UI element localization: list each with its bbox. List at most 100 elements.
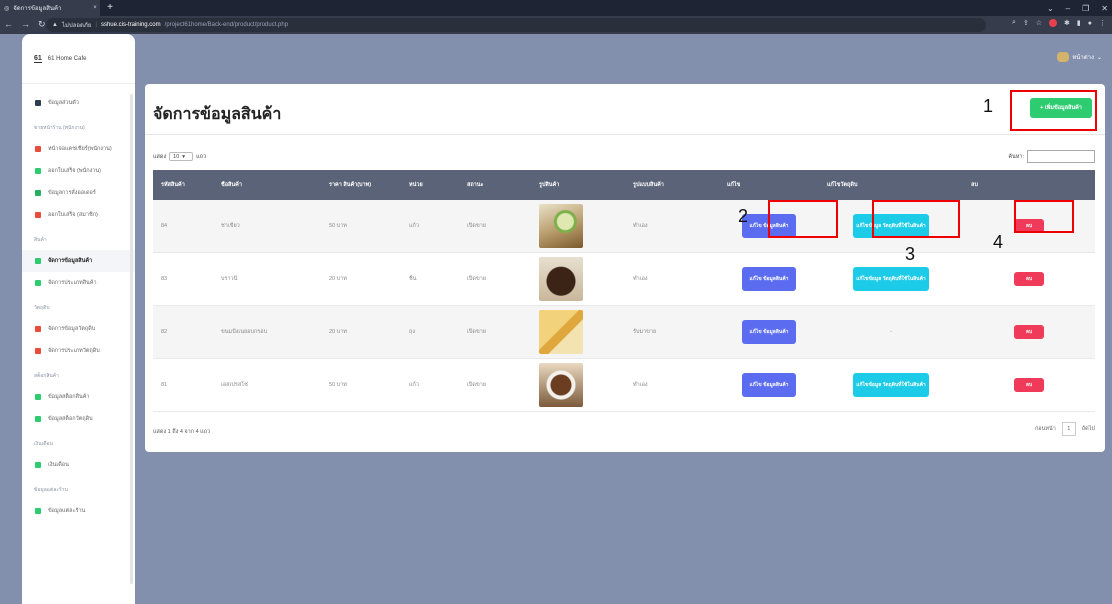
url-domain: sshue.cis-training.com <box>100 22 161 28</box>
tab-close-icon[interactable]: × <box>90 5 100 11</box>
column-header[interactable]: แก้ไข <box>719 181 819 189</box>
back-icon[interactable]: ← <box>4 19 13 30</box>
extension-icons: ⌕ ⇪ ☆ ✱ ▮ ● ⋮ <box>1012 19 1106 27</box>
cell-product-name: ขนมปังเนยอบกรอบ <box>221 329 268 335</box>
cell-edit: แก้ไข ข้อมูลสินค้า <box>719 267 819 291</box>
puzzle-icon[interactable]: ✱ <box>1064 19 1070 27</box>
sidebar-scrollbar[interactable] <box>130 94 133 584</box>
user-menu[interactable]: หน้าต่าง ⌄ <box>1057 52 1102 62</box>
sidebar-item-icon <box>35 146 41 152</box>
cell-price: 20 บาท <box>329 276 347 282</box>
sidebar-item[interactable]: จัดการประเภทวัตถุดิบ <box>22 340 135 362</box>
table-row: 83 บราวนี่ 20 บาท ชิ้น เปิดขาย ทำเอง แก้ไข ข้อ… <box>153 253 1095 306</box>
sidebar-section-heading: ขายหน้าร้าน (พนักงาน) <box>34 125 85 131</box>
cell-image <box>531 204 625 248</box>
delete-button[interactable]: ลบ <box>1014 272 1044 286</box>
prev-page-button[interactable]: ก่อนหน้า <box>1035 425 1056 433</box>
brand[interactable]: 61 61 Home Cafe <box>22 34 135 84</box>
sidebar-item[interactable]: จัดการประเภทสินค้า <box>22 272 135 294</box>
url-field[interactable]: ▲ ไม่ปลอดภัย | sshue.cis-training.com/pr… <box>46 18 986 32</box>
new-tab-button[interactable]: + <box>104 2 116 14</box>
page-length-select[interactable]: 10 ▾ <box>169 152 194 161</box>
delete-button[interactable]: ลบ <box>1014 378 1044 392</box>
sidebar-item[interactable]: ออกใบเสร็จ (สมาชิก) <box>22 204 135 226</box>
sidebar-item[interactable]: เงินเดือน <box>22 454 135 476</box>
column-header[interactable]: ลบ <box>963 181 1095 189</box>
annotation-1: 1 <box>983 96 994 116</box>
delete-button[interactable]: ลบ <box>1014 325 1044 339</box>
cell-product-id: 82 <box>161 329 168 335</box>
edit-product-button[interactable]: แก้ไข ข้อมูลสินค้า <box>742 267 796 291</box>
cell-status: เปิดขาย <box>467 382 487 388</box>
forward-icon[interactable]: → <box>21 19 30 30</box>
column-header[interactable]: รูปสินค้า <box>531 181 625 189</box>
menu-icon[interactable]: ⋮ <box>1099 19 1106 27</box>
column-header[interactable]: รูปแบบสินค้า <box>625 181 719 189</box>
browser-tab[interactable]: ◎ จัดการข้อมูลสินค้า × <box>0 0 100 16</box>
column-header[interactable]: หน่วย <box>401 181 459 189</box>
cell-product-type: ทำเอง <box>633 223 648 229</box>
pagination: ก่อนหน้า 1 ถัดไป <box>1035 422 1095 436</box>
minimize-icon[interactable]: – <box>1066 4 1070 13</box>
sidebar-item[interactable]: จัดการข้อมูลสินค้า <box>22 250 135 272</box>
sidepanel-icon[interactable]: ▮ <box>1077 19 1081 27</box>
cell-price: 20 บาท <box>329 329 347 335</box>
restore-icon[interactable]: ❐ <box>1082 4 1089 13</box>
column-header[interactable]: ชื่อสินค้า <box>213 181 321 189</box>
url-path: /project61home/Back-end/product/product.… <box>164 22 289 28</box>
search-input[interactable] <box>1027 150 1095 163</box>
page-number-button[interactable]: 1 <box>1061 422 1076 436</box>
cell-product-type: ทำเอง <box>633 276 648 282</box>
close-window-icon[interactable]: ✕ <box>1101 4 1108 13</box>
cell-delete: ลบ <box>963 325 1095 339</box>
sidebar-item-label: ออกใบเสร็จ (พนักงาน) <box>48 168 101 174</box>
globe-icon: ◎ <box>4 5 10 12</box>
reload-icon[interactable]: ↻ <box>38 19 46 30</box>
sidebar-item[interactable]: ข้อมูลสต็อกสินค้า <box>22 386 135 408</box>
share-icon[interactable]: ⇪ <box>1023 19 1029 27</box>
sidebar-item[interactable]: ข้อมูลส่วนตัว <box>22 92 135 114</box>
cell-edit: แก้ไข ข้อมูลสินค้า <box>719 373 819 397</box>
star-icon[interactable]: ☆ <box>1036 19 1042 27</box>
cell-unit: ถุง <box>409 329 416 335</box>
sidebar-section-heading: ข้อมูลแต่ละร้าน <box>34 487 68 493</box>
sidebar-item[interactable]: ข้อมูลสต็อกวัตถุดิบ <box>22 408 135 430</box>
column-header[interactable]: แก้ไขวัตถุดิบ <box>819 181 963 189</box>
column-header[interactable]: รหัสสินค้า <box>153 181 213 189</box>
highlight-add-button <box>1010 90 1097 131</box>
edit-raw-material-button[interactable]: แก้ไขข้อมูล วัตถุดิบที่ใช้ในสินค้า <box>853 373 929 397</box>
tab-list-icon[interactable]: ⌄ <box>1047 4 1054 13</box>
sidebar-section-heading: วัตถุดิบ <box>34 305 50 311</box>
column-header[interactable]: ราคา สินค้า(บาท) <box>321 181 401 189</box>
chevron-down-icon: ▾ <box>182 153 186 160</box>
warning-icon: ▲ <box>52 22 58 28</box>
cell-product-id: 84 <box>161 223 168 229</box>
sidebar-item[interactable]: ข้อมูลแต่ละร้าน <box>22 500 135 522</box>
product-image <box>539 204 583 248</box>
profile-icon[interactable]: ● <box>1088 20 1092 27</box>
table-header: รหัสสินค้า ชื่อสินค้า ราคา สินค้า(บาท) หน่ว… <box>153 170 1095 200</box>
annotation-2: 2 <box>738 206 749 226</box>
edit-product-button[interactable]: แก้ไข ข้อมูลสินค้า <box>742 373 796 397</box>
extension-record-icon[interactable] <box>1049 19 1058 27</box>
table-row: 82 ขนมปังเนยอบกรอบ 20 บาท ถุง เปิดขาย รับมาขา… <box>153 306 1095 359</box>
sidebar-item-icon <box>35 326 41 332</box>
annotation-4: 4 <box>993 232 1004 252</box>
sidebar-item[interactable]: หน้าจอแคชเชียร์(พนักงาน) <box>22 138 135 160</box>
sidebar-item[interactable]: ออกใบเสร็จ (พนักงาน) <box>22 160 135 182</box>
next-page-button[interactable]: ถัดไป <box>1082 425 1095 433</box>
edit-product-button[interactable]: แก้ไข ข้อมูลสินค้า <box>742 320 796 344</box>
cell-unit: แก้ว <box>409 382 419 388</box>
column-header[interactable]: สถานะ <box>459 181 531 189</box>
sidebar-item-icon <box>35 394 41 400</box>
chevron-down-icon: ⌄ <box>1096 54 1102 61</box>
sidebar-item[interactable]: ข้อมูลการสั่งออเดอร์ <box>22 182 135 204</box>
page-title: จัดการข้อมูลสินค้า <box>153 106 282 123</box>
edit-raw-material-button[interactable]: แก้ไขข้อมูล วัตถุดิบที่ใช้ในสินค้า <box>853 267 929 291</box>
product-image <box>539 257 583 301</box>
sidebar-item[interactable]: จัดการข้อมูลวัตถุดิบ <box>22 318 135 340</box>
sidebar-nav: ข้อมูลส่วนตัวขายหน้าร้าน (พนักงาน) หน้าจอ… <box>22 92 135 522</box>
zoom-icon[interactable]: ⌕ <box>1012 19 1016 27</box>
cell-edit-raw: แก้ไขข้อมูล วัตถุดิบที่ใช้ในสินค้า <box>819 373 963 397</box>
cell-product-type: รับมาขาย <box>633 329 657 335</box>
